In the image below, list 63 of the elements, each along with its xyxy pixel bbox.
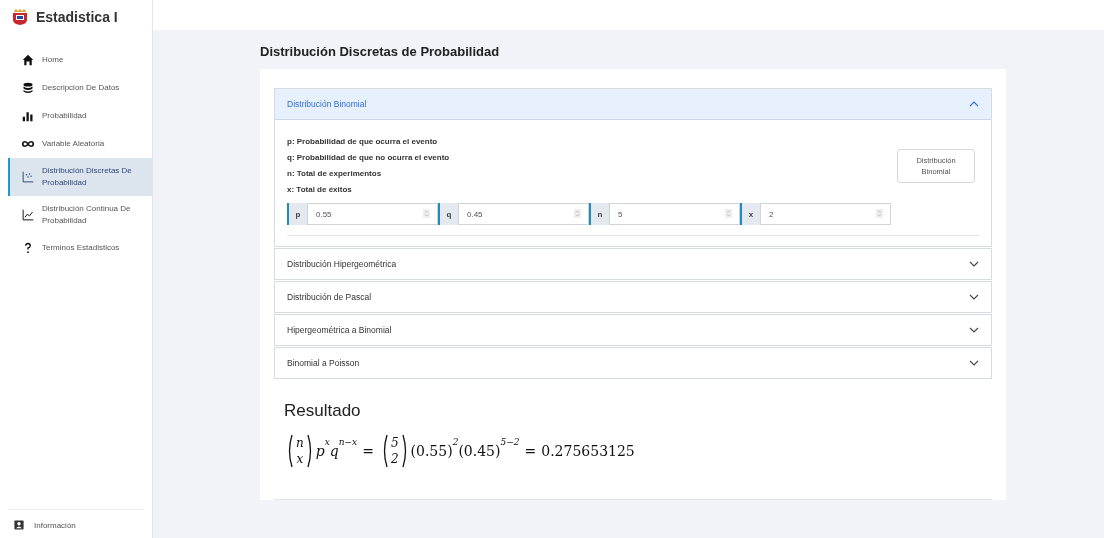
spinner-icon [574, 209, 581, 218]
id-card-icon [14, 520, 24, 530]
sidebar-item[interactable]: Variable Aleatoria [8, 130, 152, 158]
sidebar-item[interactable]: Home [8, 46, 152, 74]
question-mark-icon [22, 242, 34, 254]
accordion-header[interactable]: Distribución Binomial [275, 89, 991, 120]
spinner-icon [423, 209, 430, 218]
binomial-coefficient: n x [284, 434, 316, 468]
legend-line: n: Total de experimentos [287, 168, 383, 180]
line-chart-icon [22, 209, 34, 221]
result-heading: Resultado [284, 401, 362, 421]
accordion-header[interactable]: Distribución de Pascal [275, 282, 991, 312]
chevron-icon [969, 101, 979, 107]
sidebar-item[interactable]: Probabilidad [8, 102, 152, 130]
input-label: n [589, 203, 609, 225]
shield-logo-icon [12, 8, 28, 26]
app-title: Estadistica I [36, 9, 118, 25]
number-field[interactable]: 0.45 [458, 203, 589, 225]
right-parenthesis-icon [306, 434, 313, 468]
accordion-header[interactable]: Binomial a Poisson [275, 348, 991, 378]
legend-line: q: Probabilidad de que no ocurra el evento [287, 152, 450, 164]
accordion-header[interactable]: Hipergeométrica a Binomial [275, 315, 991, 345]
infinity-icon [22, 138, 34, 150]
bar-chart-icon [22, 110, 34, 122]
page-title: Distribución Discretas de Probabilidad [260, 44, 501, 59]
binomial-coefficient: 5 2 [378, 434, 411, 468]
legend-line: p: Probabilidad de que ocurra el evento [287, 136, 439, 148]
info-link[interactable]: Información [8, 509, 144, 538]
home-icon [22, 54, 34, 66]
formula-term: = [524, 443, 537, 459]
formula-exponent: x [324, 437, 330, 447]
sidebar-item[interactable]: Terminos Estadisticos [8, 234, 152, 262]
chevron-icon [969, 261, 979, 267]
chevron-icon [969, 327, 979, 333]
spinner-icon [876, 209, 883, 218]
formula-term: (0.45) [458, 443, 501, 459]
left-parenthesis-icon [287, 434, 293, 468]
formula-exponent: 5−2 [500, 437, 520, 447]
legend-line: x: Total de éxitos [287, 184, 353, 196]
sidebar-item[interactable]: Distribución Continua De Probabilidad [8, 196, 152, 234]
number-field[interactable]: 0.55 [307, 203, 438, 225]
formula-term: 0.275653125 [541, 443, 635, 459]
scatter-chart-icon [22, 171, 34, 183]
formula-exponent: 2 [452, 437, 459, 447]
spinner-icon [725, 209, 732, 218]
formula-term: (0.55) [410, 443, 453, 459]
sidebar-item[interactable]: Descripcion De Datos [8, 74, 152, 102]
left-parenthesis-icon [381, 434, 388, 468]
input-label: x [740, 203, 760, 225]
right-parenthesis-icon [401, 434, 408, 468]
input-label: q [438, 203, 458, 225]
input-label: p [287, 203, 307, 225]
formula-term: = [362, 443, 374, 459]
sidebar-item[interactable]: Distribución Discretas De Probabilidad [8, 158, 152, 196]
number-field[interactable]: 2 [760, 203, 891, 225]
database-icon [22, 82, 34, 94]
chevron-icon [969, 360, 979, 366]
formula-variable: p [315, 443, 325, 459]
formula-exponent: n−x [338, 437, 358, 447]
number-field[interactable]: 5 [609, 203, 740, 225]
chevron-icon [969, 294, 979, 300]
formula-variable: q [329, 443, 339, 459]
accordion-header[interactable]: Distribución Hipergeométrica [275, 249, 991, 279]
